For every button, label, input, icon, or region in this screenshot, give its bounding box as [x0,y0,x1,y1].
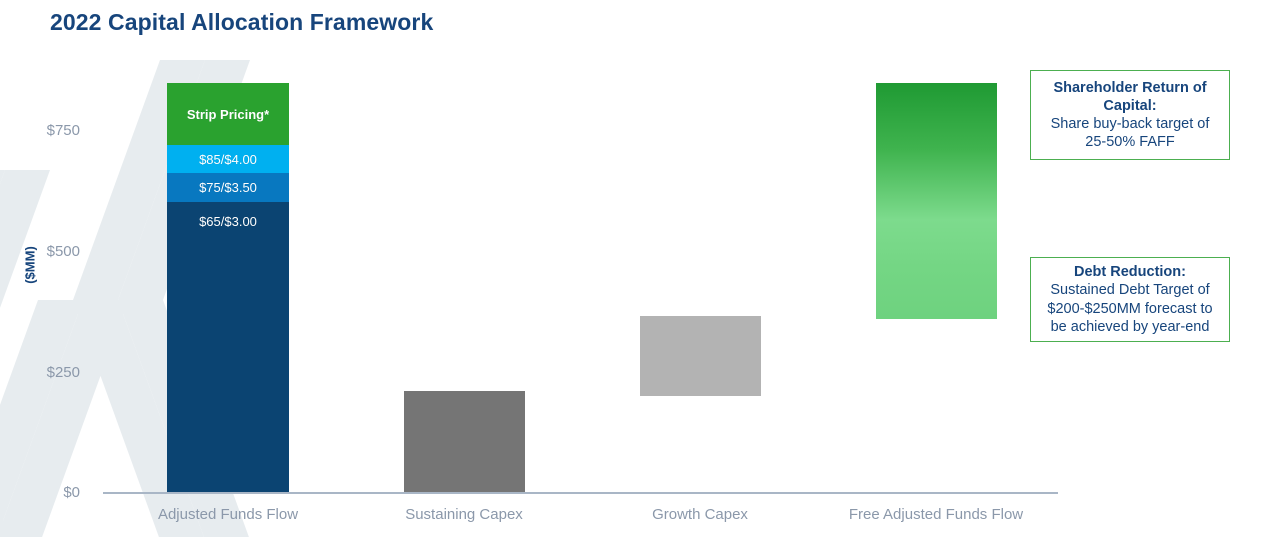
x-axis-label-adjusted-funds-flow: Adjusted Funds Flow [157,506,299,523]
bar-segment-label-85-4: $85/$4.00 [199,151,257,167]
x-axis-label-growth-capex: Growth Capex [652,506,748,523]
callout-shareholder-return[interactable]: Shareholder Return of Capital: Share buy… [1030,70,1230,160]
bar-segment-strip-pricing[interactable]: Strip Pricing* [167,83,289,145]
callout-shareholder-body: Share buy-back target of 25-50% FAFF [1050,116,1210,151]
bar-segment-85-4[interactable]: $85/$4.00 [167,145,289,173]
bar-growth-capex[interactable] [640,316,761,396]
x-axis-label-free-adjusted-funds-flow: Free Adjusted Funds Flow [848,506,1024,523]
callout-debt-body: Sustained Debt Target of $200-$250MM for… [1047,282,1213,335]
y-axis-tick-250: $250 [46,364,80,381]
slide-canvas: 2022 Capital Allocation Framework ($MM) … [0,0,1280,537]
bar-segment-75-350[interactable]: $75/$3.50 [167,173,289,202]
bar-sustaining-capex[interactable] [404,391,525,492]
callout-shareholder-heading: Shareholder Return of Capital: [1053,79,1207,114]
x-axis-line [103,492,1058,494]
bar-segment-65-300[interactable]: $65/$3.00 [167,202,289,492]
y-axis-tick-0: $0 [63,484,80,501]
callout-debt-reduction[interactable]: Debt Reduction: Sustained Debt Target of… [1030,257,1230,342]
bar-segment-label-65-300: $65/$3.00 [199,214,257,229]
callout-debt-heading: Debt Reduction: [1074,264,1186,281]
y-axis-tick-750: $750 [46,122,80,139]
bar-segment-label-strip-pricing: Strip Pricing* [186,106,270,122]
y-axis-tick-500: $500 [46,243,80,260]
bar-adjusted-funds-flow[interactable]: Strip Pricing* $85/$4.00 $75/$3.50 $65/$… [167,83,289,492]
x-axis-label-sustaining-capex: Sustaining Capex [405,506,523,523]
bar-segment-label-75-350: $75/$3.50 [199,180,257,195]
bar-free-adjusted-funds-flow[interactable] [876,83,997,319]
